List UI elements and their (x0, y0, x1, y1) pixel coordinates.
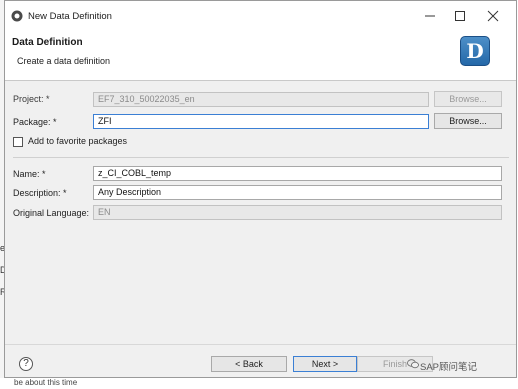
original-language-label: Original Language: (13, 208, 90, 218)
project-field: EF7_310_50022035_en (93, 92, 429, 107)
maximize-icon[interactable] (452, 8, 468, 24)
minimize-icon[interactable] (422, 8, 438, 24)
add-favorite-label: Add to favorite packages (28, 136, 128, 146)
background-bottom (0, 378, 518, 389)
name-label: Name: * (13, 169, 46, 179)
form-separator (13, 157, 509, 158)
wizard-banner: Data Definition Create a data definition… (5, 31, 516, 81)
next-button[interactable]: Next > (293, 356, 357, 372)
package-label: Package: * (13, 117, 57, 127)
watermark-text: SAP顾问笔记 (420, 362, 478, 373)
help-icon[interactable]: ? (19, 357, 33, 371)
wechat-icon (407, 359, 419, 369)
add-favorite-checkbox[interactable] (13, 137, 23, 147)
footer-separator (5, 344, 516, 345)
back-button[interactable]: < Back (211, 356, 287, 372)
project-browse-button: Browse... (434, 91, 502, 107)
window-title: New Data Definition (28, 11, 112, 22)
description-label: Description: * (13, 188, 67, 198)
background-bottom-text: be about this time (14, 378, 78, 387)
new-data-definition-dialog: New Data Definition Data Definition Crea… (4, 0, 517, 378)
description-input[interactable]: Any Description (93, 185, 502, 200)
original-language-field: EN (93, 205, 502, 220)
name-input[interactable]: z_CI_COBL_temp (93, 166, 502, 181)
package-input[interactable]: ZFI (93, 114, 429, 129)
package-browse-button[interactable]: Browse... (434, 113, 502, 129)
data-definition-logo: D (460, 36, 490, 66)
app-icon (11, 10, 23, 22)
project-label: Project: * (13, 94, 50, 104)
wizard-title: Data Definition (12, 37, 83, 48)
title-bar: New Data Definition (5, 1, 516, 31)
close-icon[interactable] (485, 8, 501, 24)
wizard-subtitle: Create a data definition (17, 56, 111, 66)
